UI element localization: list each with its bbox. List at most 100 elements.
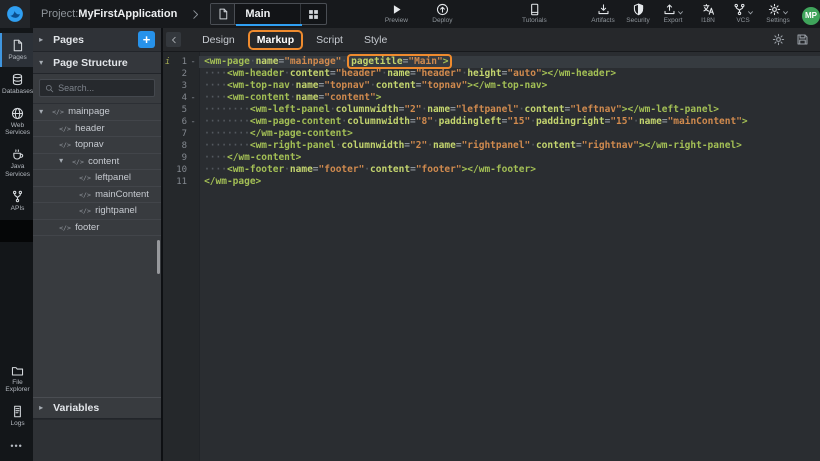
gutter-line-number: 10 bbox=[172, 164, 187, 176]
tool-preview[interactable]: Preview bbox=[383, 3, 409, 25]
fold-toggle[interactable]: - bbox=[187, 92, 199, 104]
code-line[interactable]: 4-····<wm-content·name="content"> bbox=[163, 92, 820, 104]
code-line[interactable]: 3····<wm-top-nav·name="topnav"·content="… bbox=[163, 80, 820, 92]
tab-markup[interactable]: Markup bbox=[250, 32, 301, 48]
tree-item-footer[interactable]: </>footer bbox=[33, 220, 161, 237]
code-line[interactable]: 10 ····<wm-footer·name="footer"·content="… bbox=[163, 164, 820, 176]
sidebar-item-logs[interactable]: Logs bbox=[0, 399, 33, 433]
tab-style[interactable]: Style bbox=[355, 31, 396, 49]
tool-icon-row bbox=[768, 3, 789, 16]
code-line-text[interactable]: ········<wm-page-content·columnwidth="8"… bbox=[199, 116, 820, 128]
tool-label: I18N bbox=[701, 18, 715, 25]
tool-settings[interactable]: Settings bbox=[765, 3, 791, 25]
chevron-left-icon bbox=[170, 36, 178, 44]
code-line[interactable]: 5········<wm-left-panel·columnwidth="2"·… bbox=[163, 104, 820, 116]
code-line[interactable]: 11</wm-page> bbox=[163, 176, 820, 188]
tool-export[interactable]: Export bbox=[660, 3, 686, 25]
tree-item-label: leftpanel bbox=[95, 172, 131, 183]
code-token-attr: height bbox=[467, 68, 501, 79]
collapse-panel-button[interactable] bbox=[166, 32, 181, 47]
code-token-val: "mainpage" bbox=[284, 56, 341, 67]
save-icon[interactable] bbox=[796, 33, 809, 46]
sidebar-item-apis[interactable]: APIs bbox=[0, 184, 33, 218]
code-line-text[interactable]: ····<wm-top-nav·name="topnav"·content="t… bbox=[199, 80, 820, 92]
tab-design[interactable]: Design bbox=[193, 31, 244, 49]
widget-code-icon: </> bbox=[79, 172, 91, 183]
left-rail-spacer bbox=[0, 242, 33, 358]
code-line-text[interactable]: ····</wm-content> bbox=[199, 152, 820, 164]
tree-item-topnav[interactable]: </>topnav bbox=[33, 137, 161, 154]
sidebar-item-file-explorer[interactable]: File Explorer bbox=[0, 358, 33, 400]
sidebar-item-web-services[interactable]: Web Services bbox=[0, 101, 33, 143]
deploy-icon bbox=[436, 3, 449, 16]
project-name: MyFirstApplication bbox=[78, 8, 177, 20]
code-line-text[interactable]: ········<wm-right-panel·columnwidth="2"·… bbox=[199, 140, 820, 152]
code-line-text[interactable]: ····<wm-footer·name="footer"·content="fo… bbox=[199, 164, 820, 176]
pages-section-header[interactable]: ▸ Pages + bbox=[33, 28, 161, 52]
pages-panel: ▸ Pages + ▾ Page Structure Search... ▾</… bbox=[33, 28, 163, 461]
code-line-text[interactable]: ········</wm-page-content> bbox=[199, 128, 820, 140]
page-tab-file[interactable] bbox=[211, 4, 235, 24]
tree-item-mainpage[interactable]: ▾</>mainpage bbox=[33, 104, 161, 121]
code-line-text[interactable]: ········<wm-left-panel·columnwidth="2"·n… bbox=[199, 104, 820, 116]
code-line-text[interactable]: </wm-page> bbox=[199, 176, 820, 188]
markup-code-editor[interactable]: i1-<wm-page·name="mainpage"·pagetitle="M… bbox=[163, 52, 820, 461]
sidebar-item-databases[interactable]: Databases bbox=[0, 67, 33, 101]
code-line[interactable]: 7········</wm-page-content> bbox=[163, 128, 820, 140]
add-page-button[interactable]: + bbox=[138, 31, 155, 48]
tree-item-content[interactable]: ▾</>content bbox=[33, 154, 161, 171]
sidebar-item-java-services[interactable]: Java Services bbox=[0, 142, 33, 184]
tool-vcs[interactable]: VCS bbox=[730, 3, 756, 25]
pages-section-title: Pages bbox=[53, 34, 84, 46]
code-line-text[interactable]: <wm-page·name="mainpage"·pagetitle="Main… bbox=[199, 56, 820, 68]
code-token-tag: <wm-content bbox=[227, 92, 290, 103]
code-line[interactable]: 8 ········<wm-right-panel·columnwidth="2"… bbox=[163, 140, 820, 152]
code-line-text[interactable]: ····<wm-header·content="header"·name="he… bbox=[199, 68, 820, 80]
tree-item-leftpanel[interactable]: </> leftpanel bbox=[33, 170, 161, 187]
fold-toggle[interactable]: - bbox=[187, 116, 199, 128]
tree-item-rightpanel[interactable]: </>rightpanel bbox=[33, 203, 161, 220]
structure-search-input[interactable]: Search... bbox=[39, 79, 155, 97]
fold-toggle[interactable]: - bbox=[187, 56, 199, 68]
widget-code-icon: </> bbox=[52, 106, 64, 117]
code-line[interactable]: 2····<wm-header·content="header"·name="h… bbox=[163, 68, 820, 80]
variables-section-header[interactable]: ▸ Variables bbox=[33, 397, 161, 419]
open-page-tab[interactable]: Main bbox=[210, 3, 327, 25]
code-token-ws: · bbox=[341, 56, 347, 67]
code-token-tag: <wm-page bbox=[204, 56, 250, 67]
tree-item-mainContent[interactable]: </>mainContent bbox=[33, 187, 161, 204]
caret-down-icon[interactable]: ▾ bbox=[39, 108, 48, 116]
code-line[interactable]: 9····</wm-content> bbox=[163, 152, 820, 164]
tree-item-header[interactable]: </>header bbox=[33, 121, 161, 138]
tool-label: Export bbox=[664, 18, 683, 25]
caret-down-icon[interactable]: ▾ bbox=[59, 157, 68, 165]
tool-deploy[interactable]: Deploy bbox=[429, 3, 455, 25]
page-tab-label[interactable]: Main bbox=[235, 4, 300, 24]
tab-script[interactable]: Script bbox=[307, 31, 352, 49]
tool-artifacts[interactable]: Artifacts bbox=[590, 3, 616, 25]
app-logo[interactable] bbox=[0, 0, 30, 28]
tool-i18n[interactable]: I18N bbox=[695, 3, 721, 25]
tool-tutorials[interactable]: Tutorials bbox=[521, 3, 547, 25]
markup-settings-gear-icon[interactable] bbox=[772, 33, 785, 46]
chevron-right-icon bbox=[190, 9, 201, 20]
more-options-button[interactable]: ••• bbox=[0, 433, 33, 461]
page-tab-menu[interactable] bbox=[300, 4, 326, 24]
sidebar-item-pages[interactable]: Pages bbox=[0, 33, 33, 67]
page-structure-header[interactable]: ▾ Page Structure bbox=[33, 52, 161, 74]
code-token-val: "leftpanel" bbox=[456, 104, 519, 115]
gutter-line-number: 8 bbox=[172, 140, 187, 152]
code-token-attr: name bbox=[296, 92, 319, 103]
left-rail-bottom-group: File ExplorerLogs bbox=[0, 358, 33, 433]
search-container: Search... bbox=[33, 74, 161, 104]
gutter-info-icon: i bbox=[163, 56, 172, 68]
panel-scrollbar[interactable] bbox=[157, 240, 160, 274]
user-avatar[interactable]: MP bbox=[802, 7, 820, 25]
tree-item-label: mainContent bbox=[95, 189, 149, 200]
caret-right-icon: ▸ bbox=[39, 36, 48, 44]
code-line[interactable]: i1-<wm-page·name="mainpage"·pagetitle="M… bbox=[163, 56, 820, 68]
code-line[interactable]: 6-········<wm-page-content·columnwidth="… bbox=[163, 116, 820, 128]
code-line-text[interactable]: ····<wm-content·name="content"> bbox=[199, 92, 820, 104]
tool-security[interactable]: Security bbox=[625, 3, 651, 25]
page-icon bbox=[217, 8, 229, 20]
